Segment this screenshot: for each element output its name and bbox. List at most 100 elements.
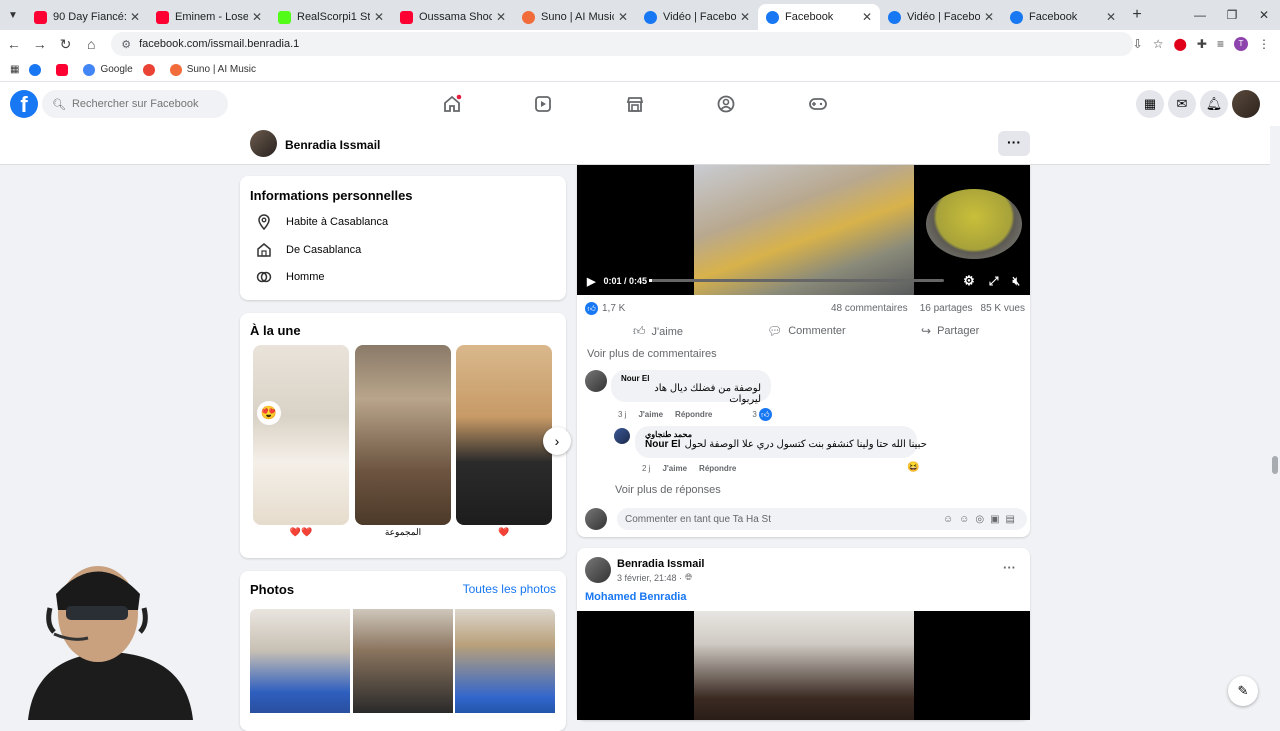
account-avatar[interactable] (1232, 90, 1260, 118)
profile-icon[interactable]: T (1234, 37, 1248, 51)
video-icon[interactable] (533, 94, 553, 114)
post-more-icon[interactable]: ··· (1003, 560, 1016, 575)
bookmark-google-2[interactable] (142, 63, 160, 76)
page-scrollbar[interactable] (1270, 126, 1280, 720)
bookmark-facebook[interactable] (29, 63, 46, 76)
composer-tools-icons[interactable]: ☺☺◎▣▤ (943, 514, 1027, 525)
comment-author[interactable]: Nour El (621, 374, 761, 383)
reply-age[interactable]: 2 j (642, 464, 650, 473)
fullscreen-icon[interactable]: ⤢ (989, 274, 999, 289)
bookmark-suno[interactable]: Suno | AI Music (169, 63, 256, 76)
close-icon[interactable]: ✕ (496, 10, 506, 24)
more-options-button[interactable]: ··· (998, 131, 1030, 156)
tab-7[interactable]: Vidéo | Facebook ✕ (880, 4, 1002, 30)
commenter-avatar[interactable] (585, 370, 607, 392)
menu-grid-icon[interactable]: ▦ (1136, 90, 1164, 118)
comments-count[interactable]: 48 commentaires (831, 303, 908, 314)
facebook-search[interactable]: 🔍︎ (42, 90, 228, 118)
close-window-button[interactable]: ✕ (1248, 8, 1280, 22)
profile-avatar[interactable] (250, 130, 277, 157)
bookmark-google[interactable]: Google (83, 63, 133, 76)
new-message-edit-icon[interactable]: ✎ (1228, 676, 1258, 706)
post-date[interactable]: 3 février, 21:48 · (617, 573, 682, 583)
opera-icon[interactable]: ⬤ (1173, 37, 1186, 51)
chevron-right-icon[interactable]: › (543, 427, 571, 455)
tab-3[interactable]: Oussama Shocks Det ✕ (392, 4, 514, 30)
new-tab-button[interactable]: + (1124, 6, 1150, 24)
apps-icon[interactable]: ▦ (10, 64, 19, 75)
photo-thumbnail[interactable] (455, 609, 555, 713)
tab-8[interactable]: Facebook ✕ (1002, 4, 1124, 30)
close-icon[interactable]: ✕ (984, 10, 994, 24)
video-player[interactable]: ▶ 0:01 / 0:45 ⚙ ⤢ 🔇︎ (577, 165, 1030, 295)
info-text[interactable]: De Casablanca (286, 244, 361, 256)
install-icon[interactable]: ⇩ (1133, 37, 1143, 51)
tab-2[interactable]: RealScorpi1 Stream - ✕ (270, 4, 392, 30)
back-icon[interactable]: ← (2, 36, 26, 52)
messenger-icon[interactable]: ✉ (1168, 90, 1196, 118)
home-icon[interactable]: ⌂ (79, 36, 103, 52)
home-icon[interactable] (442, 94, 462, 114)
all-photos-link[interactable]: Toutes les photos (463, 582, 556, 596)
play-icon[interactable]: ▶ (587, 275, 595, 288)
gaming-icon[interactable] (808, 94, 828, 114)
photo-thumbnail[interactable] (353, 609, 453, 713)
menu-icon[interactable]: ⋮ (1258, 37, 1270, 51)
featured-story-3[interactable] (456, 345, 552, 525)
more-replies-link[interactable]: Voir plus de réponses (615, 484, 721, 496)
reply-reply[interactable]: Répondre (699, 464, 736, 473)
forward-icon[interactable]: → (28, 36, 52, 52)
author-avatar[interactable] (585, 557, 611, 583)
more-comments-link[interactable]: Voir plus de commentaires (587, 348, 717, 360)
reload-icon[interactable]: ↻ (54, 36, 78, 53)
tab-5[interactable]: Vidéo | Facebook ✕ (636, 4, 758, 30)
photo-thumbnail[interactable] (250, 609, 350, 713)
search-input[interactable] (71, 98, 222, 110)
groups-icon[interactable] (716, 94, 736, 114)
share-button[interactable]: ↪ Partager (921, 324, 979, 338)
comment-input[interactable]: Commenter en tant que Ta Ha St ☺☺◎▣▤ (617, 508, 1027, 530)
replier-avatar[interactable] (614, 428, 630, 444)
featured-story-1[interactable]: 😍 (253, 345, 349, 525)
bookmark-star-icon[interactable]: ☆ (1153, 37, 1164, 51)
comment-button[interactable]: 💬︎ Commenter (767, 324, 846, 338)
bookmark-youtube[interactable] (56, 63, 73, 76)
close-icon[interactable]: ✕ (1106, 10, 1116, 24)
like-button[interactable]: 👍︎ J'aime (633, 324, 683, 339)
tab-6-active[interactable]: Facebook ✕ (758, 4, 880, 30)
tab-4[interactable]: Suno | AI Music ✕ (514, 4, 636, 30)
close-icon[interactable]: ✕ (130, 10, 140, 24)
marketplace-icon[interactable] (625, 94, 645, 114)
featured-story-2[interactable] (355, 345, 451, 525)
tab-1[interactable]: Eminem - Lose Yours ✕ (148, 4, 270, 30)
minimize-button[interactable]: — (1184, 8, 1216, 22)
comment-like[interactable]: J'aime (638, 410, 663, 419)
extensions-icon[interactable]: ✚ (1197, 37, 1207, 51)
current-user-avatar[interactable] (585, 508, 607, 530)
media-icon[interactable]: ≡ (1217, 37, 1224, 51)
scrollbar-thumb[interactable] (1272, 456, 1278, 474)
profile-name[interactable]: Benradia Issmail (285, 138, 380, 152)
close-icon[interactable]: ✕ (374, 10, 384, 24)
tab-search-button[interactable]: ▼ (0, 2, 26, 28)
url-field[interactable]: ⚙ facebook.com/issmail.benradia.1 (111, 32, 1133, 56)
shares-count[interactable]: 16 partages (920, 303, 973, 314)
comment-reply[interactable]: Répondre (675, 410, 712, 419)
tagged-person[interactable]: Mohamed Benradia (585, 591, 686, 603)
restore-button[interactable]: ❐ (1216, 8, 1248, 22)
info-text[interactable]: Habite à Casablanca (286, 216, 388, 228)
likes-count[interactable]: 1,7 K (602, 303, 625, 314)
close-icon[interactable]: ✕ (252, 10, 262, 24)
tab-0[interactable]: 90 Day Fiancé: Emma ✕ (26, 4, 148, 30)
post-author[interactable]: Benradia Issmail (617, 558, 704, 570)
reply-author[interactable]: محمد طنجاوي (645, 430, 907, 439)
close-icon[interactable]: ✕ (740, 10, 750, 24)
comment-age[interactable]: 3 j (618, 410, 626, 419)
facebook-logo[interactable]: f (10, 90, 38, 118)
site-info-icon[interactable]: ⚙ (121, 38, 131, 51)
mute-icon[interactable]: 🔇︎ (1012, 274, 1020, 289)
reply-mention[interactable]: Nour El (645, 439, 681, 450)
close-icon[interactable]: ✕ (862, 10, 872, 24)
settings-gear-icon[interactable]: ⚙ (963, 273, 975, 289)
notifications-bell-icon[interactable]: 🔔︎ (1200, 90, 1228, 118)
